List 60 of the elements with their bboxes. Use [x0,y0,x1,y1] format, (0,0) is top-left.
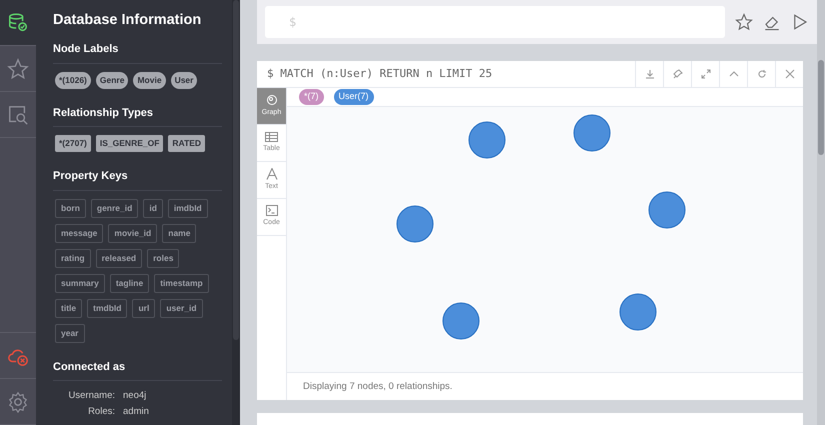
property-key-tag[interactable]: summary [55,274,105,293]
property-key-tag[interactable]: roles [147,248,180,268]
close-icon [784,68,794,79]
section-heading: Property Keys [53,168,222,191]
database-icon[interactable] [7,12,29,34]
field-value: admin [123,404,149,419]
graph-icon [266,94,278,106]
graph-node[interactable] [468,121,506,158]
refresh-icon [756,68,766,79]
node-label-tag[interactable]: *(1026) [55,72,91,89]
section-heading: Node Labels [53,41,222,64]
property-key-tag[interactable]: born [55,198,86,218]
node-label-tag[interactable]: User [170,72,198,89]
property-key-tag[interactable]: year [55,324,84,343]
property-key-tag[interactable]: genre_id [90,198,138,218]
terminal-icon [266,205,278,216]
section-heading: Relationship Types [53,104,222,128]
relationship-type-tag[interactable]: RATED [168,135,206,152]
expand-icon [700,68,710,79]
property-key-tag[interactable]: imdbId [168,198,208,218]
label-pill[interactable]: *(7) [299,89,324,105]
play-icon[interactable] [791,12,809,31]
sidebar-title: Database Information [53,12,202,30]
property-key-tag[interactable]: name [162,224,196,243]
property-key-tag[interactable]: user_id [160,298,203,318]
property-key-tag[interactable]: message [55,224,104,243]
chevron-up-icon [728,68,738,79]
query-text: $ MATCH (n:User) RETURN n LIMIT 25 [266,66,494,82]
search-icon[interactable] [7,104,29,126]
field-label: Roles: [87,404,115,419]
property-key-tag[interactable]: url [132,298,156,318]
graph-node[interactable] [620,293,656,330]
node-label-tag[interactable]: Genre [96,72,128,89]
star-icon[interactable] [7,58,29,80]
field-label: Username: [68,389,115,404]
property-key-tag[interactable]: tagline [110,274,150,293]
text-icon [266,168,278,180]
relationship-type-tag[interactable]: IS_GENRE_OF [96,135,164,152]
status-text: Displaying 7 nodes, 0 relationships. [287,372,803,400]
graph-node[interactable] [442,302,480,340]
table-icon [265,132,278,142]
property-key-tag[interactable]: id [143,198,163,218]
section-heading: Connected as [53,358,222,382]
property-key-tag[interactable]: released [96,248,142,268]
graph-node[interactable] [574,114,610,152]
property-key-tag[interactable]: timestamp [154,274,209,293]
label-pill[interactable]: User(7) [334,89,374,105]
settings-icon[interactable] [7,390,29,412]
property-key-tag[interactable]: rating [55,248,91,268]
relationship-type-tag[interactable]: *(2707) [55,135,91,152]
star-icon[interactable] [735,12,753,31]
node-label-tag[interactable]: Movie [133,72,166,89]
download-icon [644,68,654,79]
graph-node[interactable] [396,205,434,242]
field-value: neo4j [123,389,146,404]
graph-node[interactable] [648,191,686,228]
property-key-tag[interactable]: title [55,298,82,318]
property-key-tag[interactable]: movie_id [108,224,158,243]
property-key-tag[interactable]: tmdbId [87,298,128,318]
pin-icon [672,68,682,79]
